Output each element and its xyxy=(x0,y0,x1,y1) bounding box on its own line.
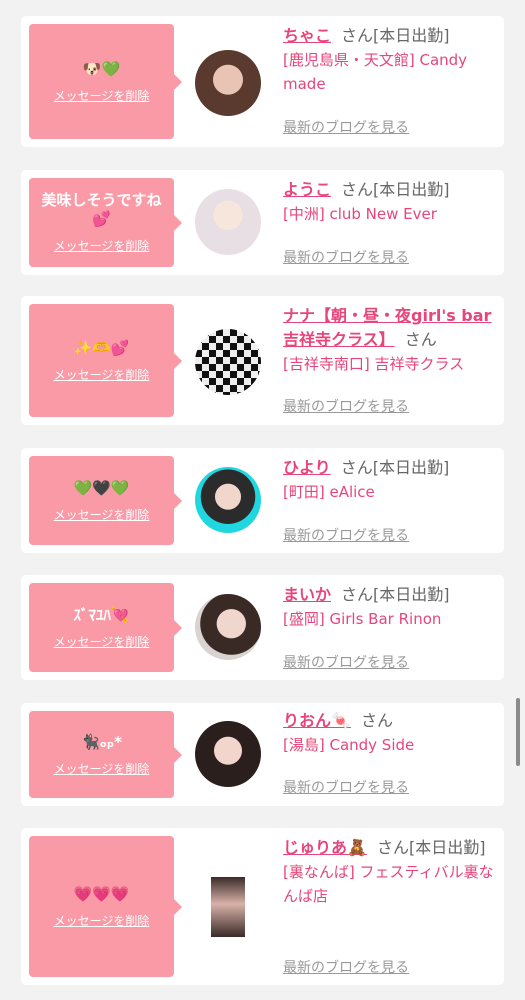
message-card: 💗💗💗 メッセージを削除 じゅりあ🧸 さん[本日出勤] [裏なんば] フェスティバ… xyxy=(21,828,504,985)
shop-label: [町田] eAlice xyxy=(283,483,375,501)
avatar[interactable] xyxy=(211,877,245,937)
delete-message-link[interactable]: メッセージを削除 xyxy=(54,237,150,254)
delete-message-link[interactable]: メッセージを削除 xyxy=(54,87,150,104)
delete-message-link[interactable]: メッセージを削除 xyxy=(54,366,150,383)
shop-label: [鹿児島県・天文館] Candy made xyxy=(283,51,468,93)
message-text: 💚🖤💚 xyxy=(73,478,130,497)
message-text: 美味しそうですね💕 xyxy=(41,191,162,228)
latest-blog-link[interactable]: 最新のブログを見る xyxy=(283,652,409,672)
message-card: 🐈‍⬛ₒₚ* メッセージを削除 りおん🍬 さん [湯島] Candy Side 最… xyxy=(21,703,504,806)
shop-label: [盛岡] Girls Bar Rinon xyxy=(283,610,442,628)
message-bubble: 🐈‍⬛ₒₚ* メッセージを削除 xyxy=(29,711,182,798)
status-label: [本日出勤] xyxy=(373,180,450,199)
cast-name-link[interactable]: ちゃこ xyxy=(283,26,331,45)
latest-blog-link[interactable]: 最新のブログを見る xyxy=(283,525,409,545)
avatar[interactable] xyxy=(195,721,261,787)
status-label: [本日出勤] xyxy=(372,458,450,477)
message-text: 🐶💚 xyxy=(82,59,121,78)
san-label: さん xyxy=(341,180,374,199)
cast-name-link[interactable]: ひより xyxy=(283,458,331,477)
delete-message-link[interactable]: メッセージを削除 xyxy=(54,633,150,650)
cast-name-link[interactable]: りおん🍬 xyxy=(283,711,351,730)
message-bubble: 美味しそうですね💕 メッセージを削除 xyxy=(29,178,182,267)
message-bubble: ✨🫶💕 メッセージを削除 xyxy=(29,304,182,417)
latest-blog-link[interactable]: 最新のブログを見る xyxy=(283,396,409,416)
message-text: 🐈‍⬛ₒₚ* xyxy=(80,732,123,751)
san-label: さん xyxy=(376,838,409,857)
message-card: 🐶💚 メッセージを削除 ちゃこ さん[本日出勤] [鹿児島県・天文館] Candy… xyxy=(21,16,504,147)
cast-name-link[interactable]: まいか xyxy=(283,585,331,604)
message-card: 💚🖤💚 メッセージを削除 ひより さん[本日出勤] [町田] eAlice 最新の… xyxy=(21,448,504,553)
latest-blog-link[interactable]: 最新のブログを見る xyxy=(283,117,409,137)
message-card: 美味しそうですね💕 メッセージを削除 ようこ さん[本日出勤] [中洲] club… xyxy=(21,170,504,275)
message-bubble: 🐶💚 メッセージを削除 xyxy=(29,24,182,139)
san-label: さん xyxy=(340,458,373,477)
avatar[interactable] xyxy=(195,189,261,255)
san-label: さん xyxy=(360,711,393,730)
shop-label: [裏なんば] フェスティバル裏なんば店 xyxy=(283,863,494,905)
message-card: ✨🫶💕 メッセージを削除 ナナ【朝・昼・夜girl's bar吉祥寺クラス】 さん… xyxy=(21,296,504,425)
avatar[interactable] xyxy=(195,50,261,116)
shop-label: [中洲] club New Ever xyxy=(283,205,437,223)
shop-label: [湯島] Candy Side xyxy=(283,736,415,754)
message-bubble: ｽﾞﾏﾕﾊ💘 メッセージを削除 xyxy=(29,583,182,672)
san-label: さん xyxy=(341,585,374,604)
avatar[interactable] xyxy=(195,467,261,533)
latest-blog-link[interactable]: 最新のブログを見る xyxy=(283,247,409,267)
delete-message-link[interactable]: メッセージを削除 xyxy=(54,506,150,523)
san-label: さん xyxy=(341,26,374,45)
message-text: ｽﾞﾏﾕﾊ💘 xyxy=(73,605,130,624)
san-label: さん xyxy=(404,330,437,349)
shop-label: [吉祥寺南口] 吉祥寺クラス xyxy=(283,355,465,373)
cast-name-link[interactable]: じゅりあ🧸 xyxy=(283,838,367,857)
cast-name-link[interactable]: ようこ xyxy=(283,180,331,199)
status-label: [本日出勤] xyxy=(373,26,450,45)
delete-message-link[interactable]: メッセージを削除 xyxy=(54,912,150,929)
scrollbar[interactable] xyxy=(516,698,520,766)
avatar[interactable] xyxy=(195,329,261,395)
status-label: [本日出勤] xyxy=(373,585,450,604)
latest-blog-link[interactable]: 最新のブログを見る xyxy=(283,777,409,797)
avatar[interactable] xyxy=(195,594,261,660)
cast-name-link[interactable]: ナナ【朝・昼・夜girl's bar吉祥寺クラス】 xyxy=(283,306,491,349)
message-text: ✨🫶💕 xyxy=(73,338,130,357)
latest-blog-link[interactable]: 最新のブログを見る xyxy=(283,957,409,977)
message-text: 💗💗💗 xyxy=(73,884,130,903)
delete-message-link[interactable]: メッセージを削除 xyxy=(54,760,150,777)
message-bubble: 💚🖤💚 メッセージを削除 xyxy=(29,456,182,545)
message-card: ｽﾞﾏﾕﾊ💘 メッセージを削除 まいか さん[本日出勤] [盛岡] Girls B… xyxy=(21,575,504,680)
message-bubble: 💗💗💗 メッセージを削除 xyxy=(29,836,182,977)
status-label: [本日出勤] xyxy=(408,838,486,857)
